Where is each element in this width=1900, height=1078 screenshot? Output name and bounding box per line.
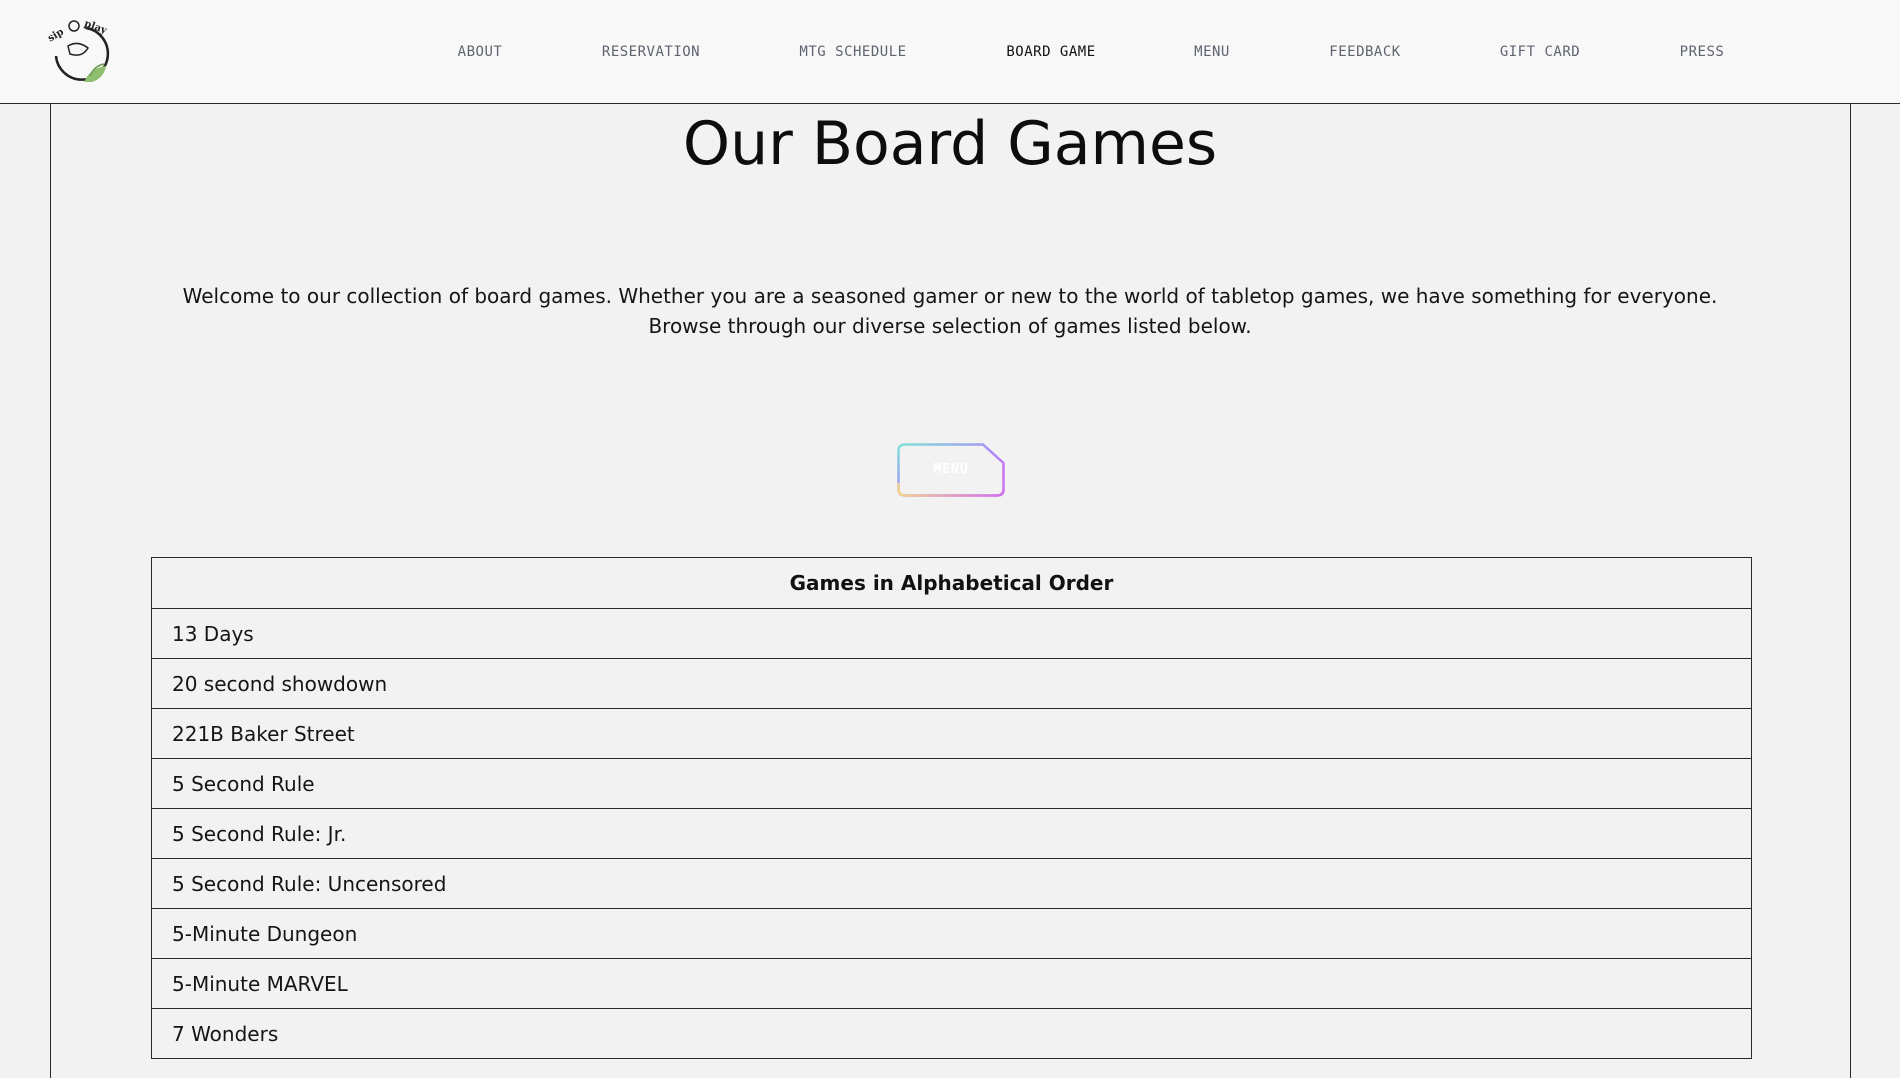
table-row: 13 Days <box>151 608 1752 659</box>
table-header: Games in Alphabetical Order <box>151 557 1752 609</box>
main-nav: ABOUT RESERVATION MTG SCHEDULE BOARD GAM… <box>0 0 1900 104</box>
intro-line-2: Browse through our diverse selection of … <box>648 314 1252 338</box>
game-name: 5 Second Rule: Jr. <box>151 808 1752 859</box>
nav-press[interactable]: PRESS <box>1680 44 1725 60</box>
game-name: 221B Baker Street <box>151 708 1752 759</box>
table-header-row: Games in Alphabetical Order <box>151 557 1752 609</box>
nav-gift-card[interactable]: GIFT CARD <box>1500 44 1580 60</box>
game-name: 5 Second Rule <box>151 758 1752 809</box>
nav-feedback[interactable]: FEEDBACK <box>1329 44 1400 60</box>
intro-line-1: Welcome to our collection of board games… <box>182 284 1718 308</box>
nav-menu[interactable]: MENU <box>1194 44 1230 60</box>
nav-about[interactable]: ABOUT <box>458 44 503 60</box>
nav-board-game[interactable]: BOARD GAME <box>1006 44 1095 60</box>
menu-button-label: MENU <box>933 462 969 477</box>
game-name: 5-Minute Dungeon <box>151 908 1752 959</box>
game-name: 20 second showdown <box>151 658 1752 709</box>
top-navigation-bar: sip play ABOUT RESERVATION MTG SCHEDULE … <box>0 0 1900 104</box>
table-row: 5 Second Rule: Jr. <box>151 808 1752 859</box>
table-row: 221B Baker Street <box>151 708 1752 759</box>
table-row: 5 Second Rule <box>151 758 1752 809</box>
table-row: 5 Second Rule: Uncensored <box>151 858 1752 909</box>
table-row: 5-Minute Dungeon <box>151 908 1752 959</box>
nav-mtg-schedule[interactable]: MTG SCHEDULE <box>799 44 906 60</box>
table-row: 7 Wonders <box>151 1008 1752 1059</box>
page-title: Our Board Games <box>682 109 1218 179</box>
game-name: 7 Wonders <box>151 1008 1752 1059</box>
table-row: 5-Minute MARVEL <box>151 958 1752 1009</box>
table-row: 20 second showdown <box>151 658 1752 709</box>
menu-button[interactable]: MENU <box>897 443 1005 497</box>
game-name: 13 Days <box>151 608 1752 659</box>
intro-text: Welcome to our collection of board games… <box>150 281 1750 341</box>
game-name: 5 Second Rule: Uncensored <box>151 858 1752 909</box>
nav-reservation[interactable]: RESERVATION <box>602 44 700 60</box>
game-name: 5-Minute MARVEL <box>151 958 1752 1009</box>
games-table: Games in Alphabetical Order 13 Days 20 s… <box>151 557 1752 1059</box>
